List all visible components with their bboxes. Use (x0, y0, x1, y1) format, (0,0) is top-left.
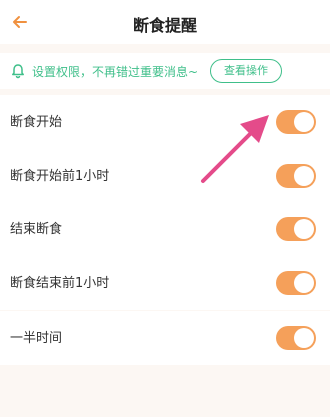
toggle-knob (294, 273, 314, 293)
toggle-knob (294, 219, 314, 239)
page-title: 断食提醒 (132, 16, 197, 35)
fasting-start-group: 断食开始 断食开始前1小时 (0, 95, 330, 203)
toggle-fasting-start[interactable] (276, 110, 316, 134)
settings-row-fasting-start: 断食开始 (0, 95, 330, 149)
row-label: 结束断食 (10, 222, 63, 237)
row-label: 断食开始 (10, 115, 63, 130)
toggle-before-end[interactable] (276, 271, 316, 295)
row-label: 断食结束前1小时 (10, 276, 110, 291)
notice-text: 设置权限，不再错过重要消息~ (32, 65, 199, 79)
settings-row-end-fasting: 结束断食 (0, 202, 330, 256)
toggle-knob (294, 112, 314, 132)
fasting-end-group: 结束断食 断食结束前1小时 (0, 202, 330, 310)
toggle-knob (294, 328, 314, 348)
row-label: 一半时间 (10, 331, 63, 346)
halfway-group: 一半时间 (0, 311, 330, 365)
settings-row-halfway: 一半时间 (0, 311, 330, 365)
row-label: 断食开始前1小时 (10, 169, 110, 184)
toggle-knob (294, 166, 314, 186)
settings-row-before-start: 断食开始前1小时 (0, 149, 330, 203)
permission-notice: 设置权限，不再错过重要消息~ 查看操作 (0, 53, 330, 89)
toggle-before-start[interactable] (276, 164, 316, 188)
settings-row-before-end: 断食结束前1小时 (0, 256, 330, 310)
bell-icon (12, 64, 24, 79)
header-bar: 断食提醒 (0, 0, 330, 44)
toggle-end-fasting[interactable] (276, 217, 316, 241)
view-steps-button[interactable]: 查看操作 (210, 59, 282, 83)
toggle-halfway[interactable] (276, 326, 316, 350)
